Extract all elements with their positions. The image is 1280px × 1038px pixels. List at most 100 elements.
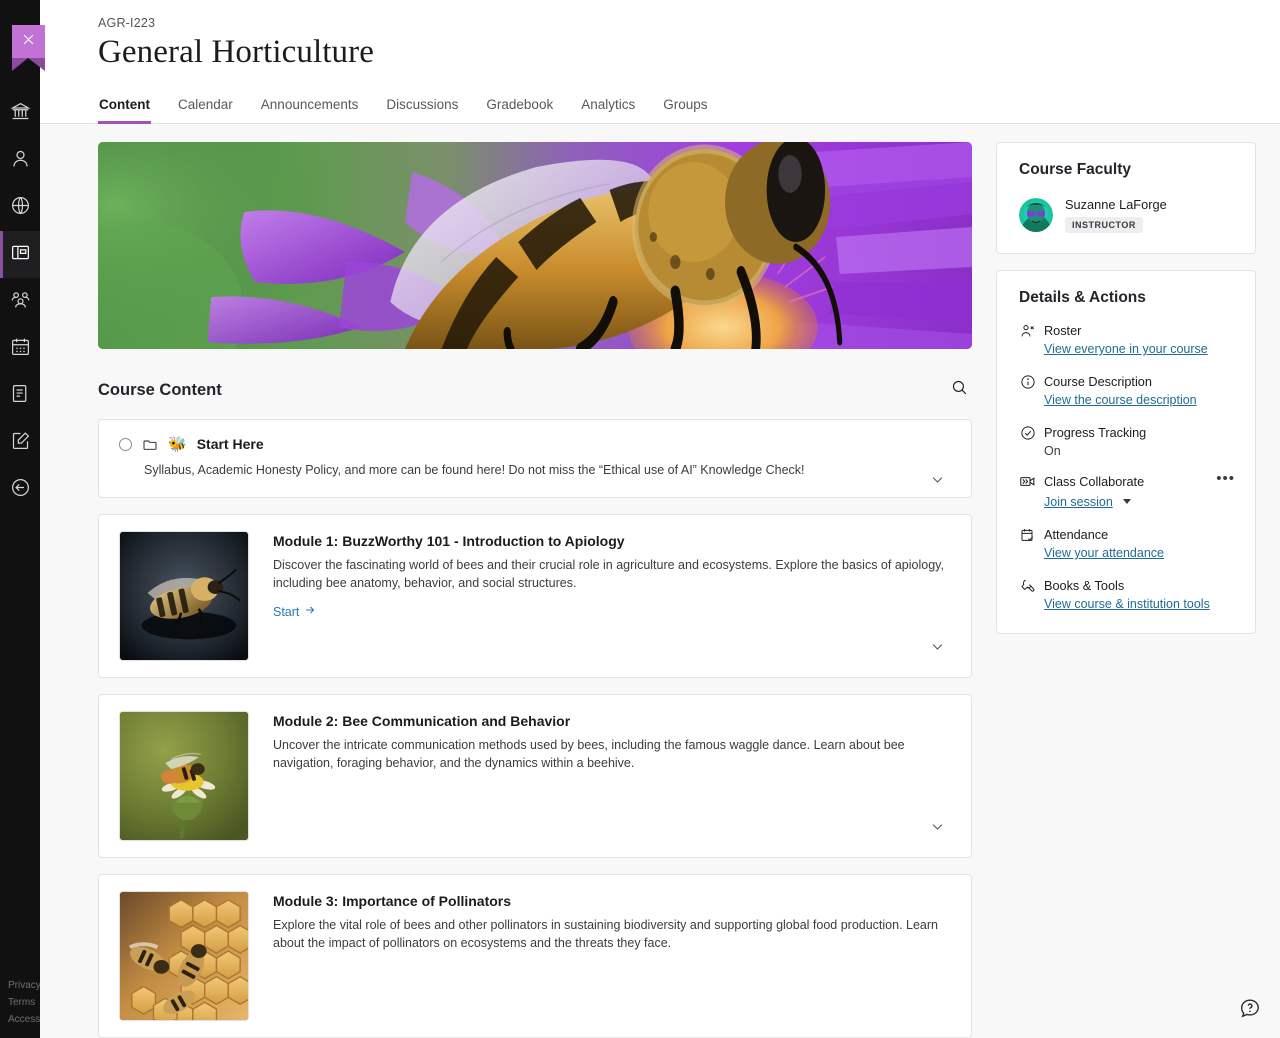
faculty-member[interactable]: Suzanne LaForge INSTRUCTOR: [1019, 197, 1233, 233]
expand-module-2-button[interactable]: [923, 815, 951, 843]
honeybee-dark-thumbnail: [120, 532, 248, 660]
close-button-square[interactable]: [12, 25, 45, 58]
course-code: AGR-I223: [98, 16, 1280, 30]
detail-header: Progress Tracking: [1019, 424, 1233, 441]
class-collaborate-overflow-menu[interactable]: •••: [1216, 472, 1235, 486]
rail-legal-links: Privacy Terms Accessibility: [0, 977, 40, 1028]
course-tabs: Content Calendar Announcements Discussio…: [40, 89, 1280, 124]
rail-item-activity-stream[interactable]: [0, 184, 40, 231]
main-column: AGR-I223 General Horticulture Content Ca…: [40, 0, 1280, 1038]
detail-header: Books & Tools: [1019, 577, 1233, 594]
module-title[interactable]: Module 3: Importance of Pollinators: [273, 893, 951, 909]
rail-item-messages[interactable]: [0, 372, 40, 419]
bee-emoji-icon: 🐝: [168, 437, 187, 452]
search-button[interactable]: [947, 375, 972, 405]
info-circle-icon: [1019, 373, 1036, 390]
close-course-button[interactable]: [12, 25, 45, 71]
banner-illustration: [98, 142, 972, 349]
detail-link-course-description[interactable]: View the course description: [1044, 393, 1197, 407]
detail-link-books-tools[interactable]: View course & institution tools: [1044, 597, 1210, 611]
arrow-right-icon: [304, 604, 316, 619]
bee-on-flower-thumbnail: [120, 712, 248, 840]
legal-link-accessibility[interactable]: Accessibility: [8, 1011, 40, 1028]
instructor-name: Suzanne LaForge: [1065, 197, 1167, 212]
video-camera-icon: [1019, 473, 1036, 490]
course-content-title: Course Content: [98, 381, 222, 400]
instructor-avatar-image: [1019, 198, 1053, 232]
start-here-description: Syllabus, Academic Honesty Policy, and m…: [144, 463, 951, 477]
rail-item-grades[interactable]: [0, 419, 40, 466]
content-item-module-2[interactable]: Module 2: Bee Communication and Behavior…: [98, 694, 972, 858]
tab-calendar[interactable]: Calendar: [177, 89, 234, 123]
start-here-title[interactable]: Start Here: [197, 436, 264, 452]
module-description: Discover the fascinating world of bees a…: [273, 556, 951, 592]
status-badge: INSTRUCTOR: [1065, 217, 1143, 233]
tab-gradebook[interactable]: Gradebook: [485, 89, 554, 123]
global-nav-rail: Privacy Terms Accessibility: [0, 0, 40, 1038]
course-header: AGR-I223 General Horticulture: [40, 0, 1280, 71]
chevron-down-icon: [930, 472, 945, 492]
detail-link-join-session[interactable]: Join session: [1044, 495, 1113, 509]
rail-item-organizations[interactable]: [0, 278, 40, 325]
module-thumbnail: [119, 531, 249, 661]
detail-item-roster: Roster View everyone in your course: [1019, 322, 1233, 358]
course-faculty-title: Course Faculty: [1019, 161, 1233, 179]
groups-icon: [10, 289, 31, 315]
roster-icon: [1019, 322, 1036, 339]
tab-discussions[interactable]: Discussions: [385, 89, 459, 123]
attendance-calendar-icon: [1019, 526, 1036, 543]
messages-icon: [10, 383, 31, 409]
detail-label: Attendance: [1044, 528, 1108, 542]
content-item-module-3[interactable]: Module 3: Importance of Pollinators Expl…: [98, 874, 972, 1038]
detail-item-course-description: Course Description View the course descr…: [1019, 373, 1233, 409]
module-description: Uncover the intricate communication meth…: [273, 736, 951, 772]
expand-module-1-button[interactable]: [923, 635, 951, 663]
detail-label: Course Description: [1044, 375, 1152, 389]
detail-link-roster[interactable]: View everyone in your course: [1044, 342, 1208, 356]
ribbon-fold: [12, 58, 45, 71]
detail-link-attendance[interactable]: View your attendance: [1044, 546, 1164, 560]
tab-announcements[interactable]: Announcements: [260, 89, 360, 123]
courses-icon: [10, 242, 31, 268]
rail-item-institution[interactable]: [0, 90, 40, 137]
chevron-down-icon: [930, 819, 945, 839]
detail-header: Roster: [1019, 322, 1233, 339]
module-body: Module 1: BuzzWorthy 101 - Introduction …: [249, 531, 951, 661]
avatar: [1019, 198, 1053, 232]
content-item-start-here[interactable]: 🐝 Start Here Syllabus, Academic Honesty …: [98, 419, 972, 498]
help-button[interactable]: [1236, 996, 1264, 1024]
details-actions-title: Details & Actions: [1019, 289, 1233, 307]
module-title[interactable]: Module 1: BuzzWorthy 101 - Introduction …: [273, 533, 951, 549]
chevron-down-icon[interactable]: [1123, 499, 1131, 504]
module-thumbnail: [119, 891, 249, 1021]
module-start-label: Start: [273, 605, 299, 619]
globe-icon: [10, 195, 31, 221]
detail-item-progress-tracking: Progress Tracking On: [1019, 424, 1233, 458]
expand-start-here-button[interactable]: [923, 468, 951, 496]
folder-icon: [142, 436, 158, 452]
rail-item-sign-out[interactable]: [0, 466, 40, 513]
progress-toggle-icon[interactable]: [119, 438, 132, 451]
detail-item-attendance: Attendance View your attendance: [1019, 526, 1233, 562]
detail-label: Progress Tracking: [1044, 426, 1146, 440]
rail-item-profile[interactable]: [0, 137, 40, 184]
tab-content[interactable]: Content: [98, 89, 151, 123]
course-banner-image: [98, 142, 972, 349]
module-title[interactable]: Module 2: Bee Communication and Behavior: [273, 713, 951, 729]
detail-label: Class Collaborate: [1044, 475, 1144, 489]
rail-item-courses[interactable]: [0, 231, 40, 278]
rail-item-calendar[interactable]: [0, 325, 40, 372]
legal-link-terms[interactable]: Terms: [8, 994, 40, 1011]
content-item-module-1[interactable]: Module 1: BuzzWorthy 101 - Introduction …: [98, 514, 972, 678]
wrench-icon: [1019, 577, 1036, 594]
tab-analytics[interactable]: Analytics: [580, 89, 636, 123]
sign-out-icon: [10, 477, 31, 503]
tab-groups[interactable]: Groups: [662, 89, 708, 123]
check-circle-icon: [1019, 424, 1036, 441]
detail-label: Books & Tools: [1044, 579, 1124, 593]
details-sidebar: Course Faculty: [996, 142, 1256, 1038]
detail-label: Roster: [1044, 324, 1081, 338]
legal-link-privacy[interactable]: Privacy: [8, 977, 40, 994]
module-start-link[interactable]: Start: [273, 604, 316, 619]
page-scroll-area[interactable]: Course Content: [40, 124, 1280, 1038]
